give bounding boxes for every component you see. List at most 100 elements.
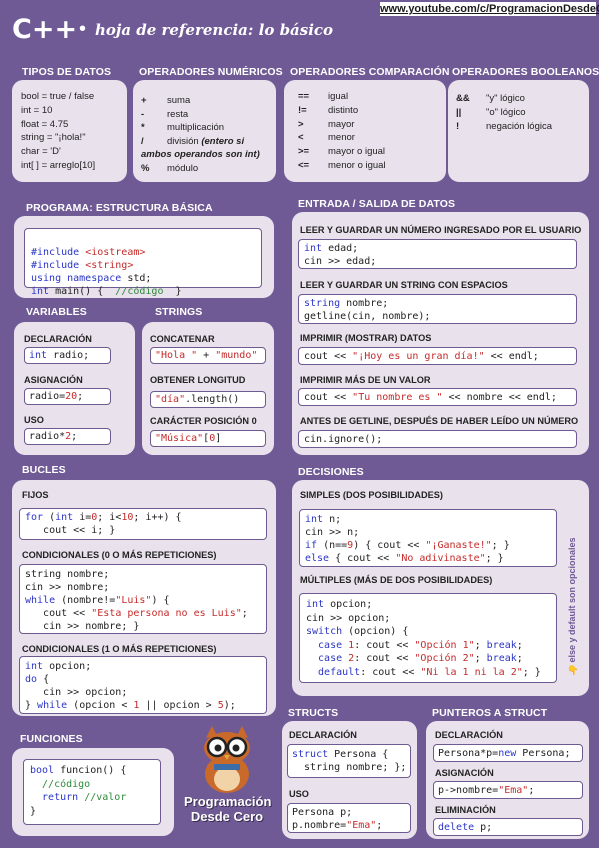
strings-panel: CONCATENAR "Hola " + "mundo" OBTENER LON… xyxy=(142,322,274,455)
io-code-3: cout << "¡Hoy es un gran día!" << endl; xyxy=(298,347,577,365)
code-token: int xyxy=(305,514,324,525)
op-symbol: > xyxy=(298,118,304,130)
code-line: cout << i; } xyxy=(25,525,116,536)
code-token: ; xyxy=(474,639,487,651)
funciones-panel: bool funcion() { //código return //valor… xyxy=(12,748,174,836)
code-token: int xyxy=(29,350,48,361)
bucles-fijos-label: FIJOS xyxy=(22,490,49,500)
youtube-url[interactable]: www.youtube.com/c/ProgramacionDesdeCero xyxy=(380,2,599,16)
code-token: (opcion) { xyxy=(342,626,409,637)
code-token: (nombre!= xyxy=(55,595,116,606)
structs-panel: DECLARACIÓN struct Persona { string nomb… xyxy=(282,721,417,839)
code-token: Persona { xyxy=(328,749,389,760)
str-len-code: "día".length() xyxy=(150,391,266,408)
op-note: (entero si xyxy=(201,135,245,147)
code-line: cin >> edad; xyxy=(304,256,377,267)
io-code-2: string nombre; getline(cin, nombre); xyxy=(298,294,577,324)
dec-multi-code: int opcion; cin >> opcion; switch (opcion)… xyxy=(299,593,557,683)
code-line: case 2: cout << "Opción 2"; break; xyxy=(306,652,550,666)
punteros-panel: DECLARACIÓN Persona*p=new Persona; ASIGN… xyxy=(426,721,589,839)
code-token: <string> xyxy=(85,260,134,271)
bucles-do-label: CONDICIONALES (1 O MÁS REPETICIONES) xyxy=(22,644,217,654)
numericos-item: / división (entero si xyxy=(141,135,260,149)
code-token: ; i++) { xyxy=(133,512,182,523)
structs-uso-label: USO xyxy=(289,789,309,799)
programa-panel: #include <iostream> #include <string> usin… xyxy=(14,216,274,298)
tipos-title: TIPOS DE DATOS xyxy=(22,66,112,78)
code-token: ) { xyxy=(151,595,170,606)
bucles-while-label: CONDICIONALES (0 O MÁS REPETICIONES) xyxy=(22,550,217,560)
numericos-item: % módulo xyxy=(141,162,260,176)
code-token: ; } xyxy=(485,553,504,564)
structs-decl-code: struct Persona { string nombre; }; xyxy=(287,744,411,778)
punteros-title: PUNTEROS A STRUCT xyxy=(432,707,548,719)
var-decl-code: int radio; xyxy=(24,347,111,364)
code-token: 20 xyxy=(65,391,78,402)
op-desc: negación lógica xyxy=(486,120,553,132)
code-token: struct xyxy=(292,749,329,760)
code-token: ; xyxy=(241,608,248,619)
decisiones-panel: SIMPLES (DOS POSIBILIDADES) int n; cin >>… xyxy=(292,480,589,696)
code-line: int main() { //código } xyxy=(31,285,255,298)
comparacion-item: <= menor o igual xyxy=(298,159,386,173)
str-concat-label: CONCATENAR xyxy=(150,334,215,344)
booleanos-panel: && "y" lógico || "o" lógico ! negación lógi… xyxy=(448,80,589,182)
decisiones-title: DECISIONES xyxy=(298,466,364,478)
code-token: ; xyxy=(77,391,84,402)
io-label-2: LEER Y GUARDAR UN STRING CON ESPACIOS xyxy=(300,280,508,290)
bucles-title: BUCLES xyxy=(22,464,66,476)
code-token: funcion() { xyxy=(54,765,127,776)
numericos-note-line: ambos operandos son int) xyxy=(141,148,260,162)
op-desc: mayor o igual xyxy=(328,146,386,158)
code-token: switch xyxy=(306,626,343,637)
op-desc: menor xyxy=(328,132,355,144)
code-token: ; xyxy=(71,431,78,442)
code-token: ; xyxy=(376,820,383,831)
io-code-1: int edad; cin >> edad; xyxy=(298,239,577,269)
op-symbol: + xyxy=(141,95,147,106)
owl-icon xyxy=(204,726,250,793)
code-line: bool funcion() { xyxy=(30,764,154,778)
programa-title: PROGRAMA: ESTRUCTURA BÁSICA xyxy=(26,202,213,214)
logo-line: Desde Cero xyxy=(190,809,264,824)
code-token: if xyxy=(305,540,318,551)
code-token: || opcion > xyxy=(139,700,218,711)
code-line: getline(cin, nombre); xyxy=(304,311,431,322)
code-line: } xyxy=(30,805,37,817)
code-token: case xyxy=(306,639,349,651)
code-token: p; xyxy=(474,822,493,833)
code-token: (opcion < xyxy=(67,700,134,711)
code-token: i= xyxy=(73,512,92,523)
brand-title: C++ xyxy=(12,14,78,45)
op-symbol: < xyxy=(298,132,304,144)
code-token: opcion; xyxy=(324,599,373,610)
op-symbol: || xyxy=(456,106,462,118)
code-line: int opcion; xyxy=(306,598,550,612)
code-line: string nombre; xyxy=(304,297,571,310)
code-line: if (n==9) { cout << "¡Ganaste!"; } xyxy=(305,539,551,552)
structs-title: STRUCTS xyxy=(288,707,339,719)
code-token: cout << xyxy=(304,351,353,362)
bucles-for-code: for (int i=0; i<10; i++) { cout << i; } xyxy=(19,508,267,540)
logo-line: Programación xyxy=(184,794,272,809)
code-token: } xyxy=(163,286,182,297)
code-line: cin >> opcion; xyxy=(306,612,391,624)
code-token: "Esta persona no es Luis" xyxy=(91,608,242,619)
code-token: ); xyxy=(223,700,236,711)
code-token: ; i< xyxy=(97,512,122,523)
code-token: "Ni la 1 ni la 2" xyxy=(420,666,523,678)
str-char-label: CARÁCTER POSICIÓN 0 xyxy=(150,416,257,426)
code-token: #include xyxy=(31,260,86,271)
code-token: ] xyxy=(215,433,222,444)
code-line: struct Persona { xyxy=(292,748,406,761)
code-token: p->nombre= xyxy=(438,785,499,796)
code-line: cout << "Esta persona no es Luis"; xyxy=(25,607,261,620)
code-token: p.nombre= xyxy=(292,820,347,831)
code-token: .length() xyxy=(185,394,240,405)
var-asig-label: ASIGNACIÓN xyxy=(24,375,83,385)
code-token: radio* xyxy=(29,431,66,442)
op-symbol: >= xyxy=(298,146,310,158)
var-decl-label: DECLARACIÓN xyxy=(24,334,92,344)
op-desc: resta xyxy=(167,108,189,120)
owl-logo: Programación Desde Cero xyxy=(184,724,272,824)
